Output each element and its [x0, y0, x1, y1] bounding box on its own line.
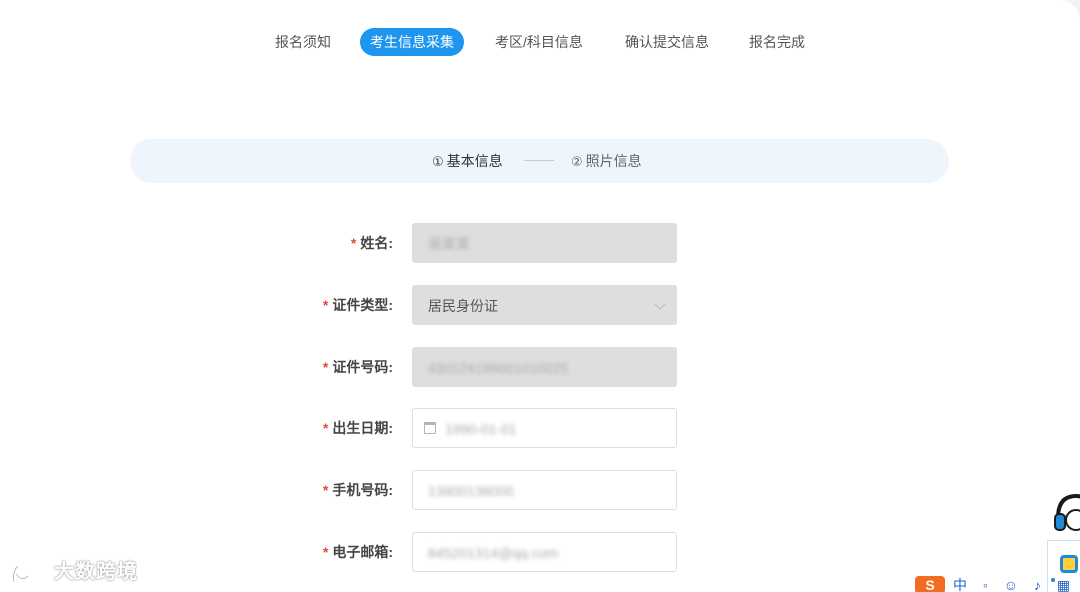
- substep-number: ①: [432, 155, 444, 170]
- id-number-label-text: 证件号码:: [332, 359, 393, 375]
- phone-label: * 手机号码:: [323, 470, 393, 510]
- phone-input[interactable]: 13800138000: [412, 470, 677, 510]
- id-number-field: 430124199001010025: [412, 347, 677, 387]
- phone-label-text: 手机号码:: [332, 482, 393, 498]
- system-tray: S 中 ◦ ☺ ♪ ▦: [915, 576, 1080, 592]
- required-mark: *: [322, 544, 329, 560]
- step-confirm-submit[interactable]: 确认提交信息: [625, 28, 709, 56]
- watermark: 大数跨境: [10, 558, 138, 586]
- service-app-icon: [1060, 555, 1078, 573]
- substep-basic-info[interactable]: ① 基本信息: [432, 139, 503, 183]
- id-type-label-text: 证件类型:: [332, 297, 393, 313]
- substeps-banner: ① 基本信息 ② 照片信息: [130, 139, 949, 183]
- form-row-phone: * 手机号码: 13800138000: [0, 470, 1080, 510]
- step-exam-area-subject[interactable]: 考区/科目信息: [495, 28, 583, 56]
- calendar-icon: [424, 422, 436, 434]
- window-corner: [1040, 0, 1080, 20]
- birth-date-value: 1990-01-01: [445, 421, 517, 437]
- form-row-id-number: * 证件号码: 430124199001010025: [0, 347, 1080, 387]
- form-row-birth-date: * 出生日期: 1990-01-01: [0, 408, 1080, 448]
- step-info-collection[interactable]: 考生信息采集: [360, 28, 464, 56]
- substep-label: 基本信息: [446, 153, 503, 169]
- required-mark: *: [322, 359, 329, 375]
- birth-date-label-text: 出生日期:: [332, 420, 393, 436]
- form-row-name: * 姓名: 吴某某: [0, 223, 1080, 263]
- name-field: 吴某某: [412, 223, 677, 263]
- chevron-down-icon: [654, 298, 666, 310]
- substep-label: 照片信息: [585, 153, 642, 169]
- birth-date-label: * 出生日期:: [323, 408, 393, 448]
- required-mark: *: [322, 297, 329, 313]
- form-row-email: * 电子邮箱: 845201314@qq.com: [0, 532, 1080, 572]
- registration-steps: 报名须知 考生信息采集 考区/科目信息 确认提交信息 报名完成: [0, 28, 1080, 56]
- id-type-value: 居民身份证: [428, 298, 498, 314]
- step-notice[interactable]: 报名须知: [275, 28, 331, 56]
- required-mark: *: [322, 420, 329, 436]
- name-label: * 姓名:: [351, 223, 393, 263]
- birth-date-picker[interactable]: 1990-01-01: [412, 408, 677, 448]
- email-label-text: 电子邮箱:: [332, 544, 393, 560]
- step-complete[interactable]: 报名完成: [749, 28, 805, 56]
- id-type-select: 居民身份证: [412, 285, 677, 325]
- headset-icon[interactable]: [1052, 490, 1080, 542]
- watermark-text: 大数跨境: [54, 561, 138, 583]
- watermark-logo-icon: [12, 562, 52, 584]
- substep-connector: [524, 160, 554, 161]
- phone-value: 13800138000: [428, 483, 514, 499]
- ime-logo-icon[interactable]: S: [915, 576, 945, 592]
- required-mark: *: [322, 482, 329, 498]
- id-number-label: * 证件号码:: [323, 347, 393, 387]
- email-value: 845201314@qq.com: [428, 545, 559, 561]
- tray-icons[interactable]: 中 ◦ ☺ ♪ ▦: [953, 576, 1076, 592]
- name-label-text: 姓名:: [360, 235, 393, 251]
- name-value: 吴某某: [428, 236, 470, 252]
- required-mark: *: [350, 235, 357, 251]
- email-input[interactable]: 845201314@qq.com: [412, 532, 677, 572]
- substep-number: ②: [571, 155, 583, 170]
- substep-photo-info[interactable]: ② 照片信息: [571, 139, 642, 183]
- email-label: * 电子邮箱:: [323, 532, 393, 572]
- id-type-label: * 证件类型:: [323, 285, 393, 325]
- form-row-id-type: * 证件类型: 居民身份证: [0, 285, 1080, 325]
- id-number-value: 430124199001010025: [428, 360, 569, 376]
